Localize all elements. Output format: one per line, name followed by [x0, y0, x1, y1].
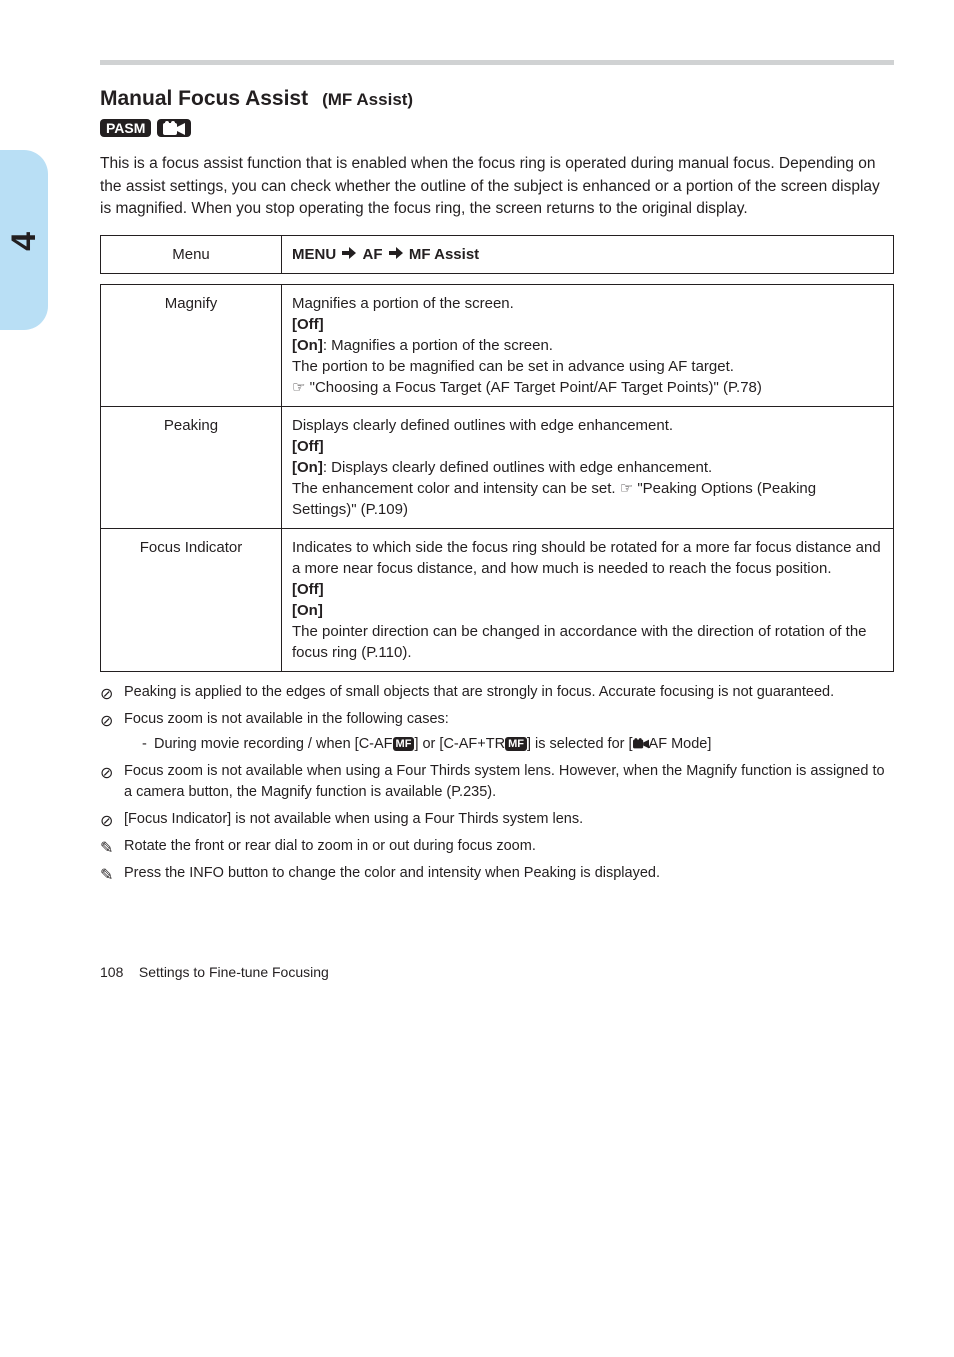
mode-badge-movie — [157, 119, 191, 137]
mode-badge-pasm: PASM — [100, 119, 151, 137]
tip-icon: ✎ — [100, 837, 113, 860]
option-name-peaking: Peaking — [101, 406, 282, 528]
notes-list: ⊘ Peaking is applied to the edges of sma… — [100, 682, 894, 884]
page-section-label: Settings to Fine-tune Focusing — [139, 964, 329, 980]
section-subtitle: (MF Assist) — [322, 90, 413, 110]
list-item: ⊘ Focus zoom is not available in the fol… — [100, 709, 894, 755]
mf-badge: MF — [393, 737, 415, 751]
list-item: ✎ Rotate the front or rear dial to zoom … — [100, 836, 894, 857]
list-item: ✎ Press the INFO button to change the co… — [100, 863, 894, 884]
section-rule — [100, 60, 894, 65]
intro-paragraph: This is a focus assist function that is … — [100, 153, 894, 220]
options-table: Magnify Magnifies a portion of the scree… — [100, 284, 894, 672]
option-desc-magnify: Magnifies a portion of the screen. [Off]… — [282, 284, 894, 406]
list-item: ⊘ [Focus Indicator] is not available whe… — [100, 809, 894, 830]
section-heading: Manual Focus Assist (MF Assist) — [100, 87, 894, 111]
table-row: Focus Indicator Indicates to which side … — [101, 528, 894, 671]
caution-icon: ⊘ — [100, 810, 113, 833]
reference-icon: ☞ — [620, 478, 633, 499]
menu-label: Menu — [101, 235, 282, 273]
tip-icon: ✎ — [100, 864, 113, 887]
chapter-tab: 4 — [0, 150, 48, 330]
option-desc-peaking: Displays clearly defined outlines with e… — [282, 406, 894, 528]
dash-icon: - — [142, 734, 147, 755]
option-name-focus-indicator: Focus Indicator — [101, 528, 282, 671]
movie-icon — [163, 121, 185, 137]
page-number: 108 — [100, 964, 123, 980]
menu-path: MENU AF MF Assist — [282, 235, 894, 273]
caution-icon: ⊘ — [100, 683, 113, 706]
section-title: Manual Focus Assist — [100, 87, 308, 111]
option-name-magnify: Magnify — [101, 284, 282, 406]
movie-icon — [633, 736, 649, 752]
menu-path-af: AF — [363, 246, 383, 263]
menu-path-leaf: MF Assist — [409, 246, 479, 263]
arrow-right-icon — [387, 244, 405, 265]
arrow-right-icon — [340, 244, 358, 265]
list-item: ⊘ Peaking is applied to the edges of sma… — [100, 682, 894, 703]
sub-list-item: - During movie recording / when [C-AFMF]… — [142, 734, 894, 755]
table-row: Peaking Displays clearly defined outline… — [101, 406, 894, 528]
page-footer: 108 Settings to Fine-tune Focusing — [100, 964, 894, 980]
mf-badge: MF — [505, 737, 527, 751]
menu-path-root: MENU — [292, 246, 336, 263]
chapter-number: 4 — [5, 230, 44, 251]
availability-row: PASM — [100, 119, 894, 137]
caution-icon: ⊘ — [100, 762, 113, 785]
caution-icon: ⊘ — [100, 710, 113, 733]
table-row: Magnify Magnifies a portion of the scree… — [101, 284, 894, 406]
menu-table: Menu MENU AF MF Assist — [100, 235, 894, 274]
option-desc-focus-indicator: Indicates to which side the focus ring s… — [282, 528, 894, 671]
reference-icon: ☞ — [292, 377, 305, 398]
list-item: ⊘ Focus zoom is not available when using… — [100, 761, 894, 803]
